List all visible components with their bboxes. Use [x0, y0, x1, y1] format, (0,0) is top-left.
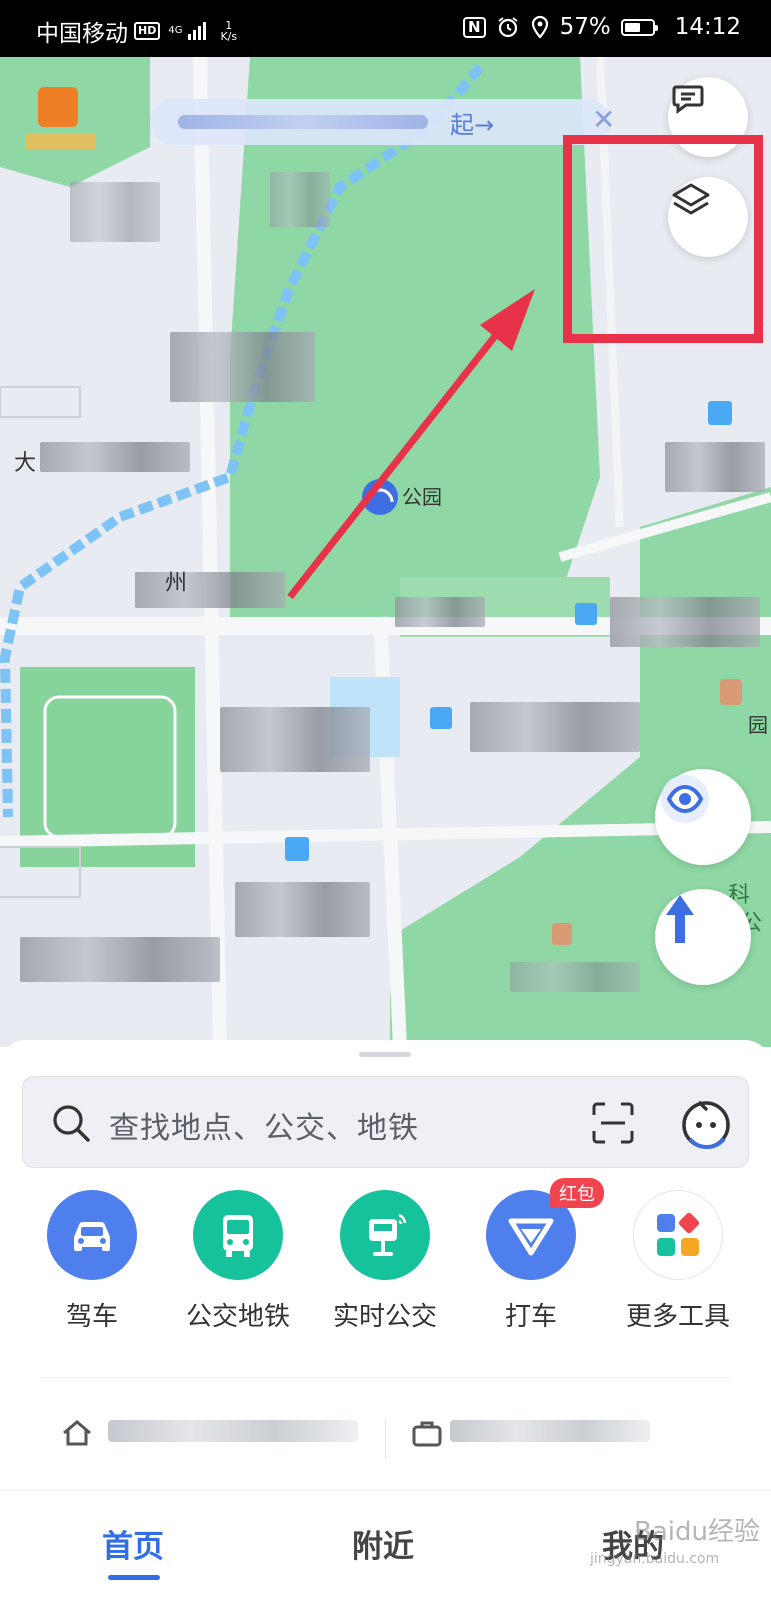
hd-badge: HD	[134, 22, 161, 40]
tool-label: 实时公交	[332, 1302, 437, 1332]
map-label	[510, 962, 640, 992]
scan-icon[interactable]	[591, 1101, 635, 1145]
watermark: Baidu经验 jingyan.baidu.com	[590, 1509, 765, 1579]
divider	[40, 1377, 730, 1378]
tool-label: 驾车	[65, 1302, 118, 1332]
map-label-text: 大	[14, 451, 37, 476]
tab-home[interactable]: 首页	[102, 1521, 164, 1566]
home-icon	[63, 1420, 91, 1446]
vertical-divider	[385, 1418, 386, 1458]
company-address	[450, 1420, 650, 1442]
notice-cta[interactable]: 起→	[450, 105, 494, 140]
map-label	[40, 442, 190, 472]
tab-bar: 首页 附近 我的 Baidu经验 jingyan.baidu.com	[0, 1490, 771, 1601]
status-left: 中国移动 HD 4G 1 K/s	[36, 14, 237, 48]
network-type: 4G	[168, 25, 183, 36]
locate-button[interactable]	[655, 769, 751, 865]
search-icon	[53, 1105, 90, 1142]
notice-close-icon[interactable]: ✕	[592, 103, 615, 136]
map-label	[170, 332, 315, 402]
map-label-text: 园	[748, 713, 768, 737]
signal-icon	[188, 22, 207, 40]
tool-drive[interactable]: 驾车	[17, 1190, 167, 1333]
red-packet-badge: 红包	[550, 1178, 604, 1208]
tool-label: 更多工具	[625, 1302, 730, 1332]
watermark-url: jingyan.baidu.com	[590, 1551, 720, 1567]
search-placeholder: 查找地点、公交、地铁	[109, 1111, 419, 1146]
bus-icon	[193, 1190, 283, 1280]
tool-label: 公交地铁	[185, 1302, 290, 1332]
tool-realtime-bus[interactable]: 实时公交	[310, 1190, 460, 1333]
battery-percent: 57%	[559, 14, 611, 40]
home-shortcut[interactable]	[60, 1408, 360, 1458]
tab-nearby[interactable]: 附近	[352, 1521, 414, 1566]
tab-active-indicator	[108, 1575, 160, 1580]
assistant-icon[interactable]	[678, 1095, 734, 1151]
nfc-icon: N	[463, 16, 486, 38]
map-label	[470, 702, 640, 752]
arrow-up-icon	[666, 895, 694, 943]
clock: 14:12	[674, 14, 741, 40]
map-view[interactable]: 大 州 公园 园 科学 公 起→ ✕	[0, 57, 771, 1047]
tool-transit[interactable]: 公交地铁	[163, 1190, 313, 1333]
status-bar: 中国移动 HD 4G 1 K/s N 57% 14:12	[0, 0, 771, 57]
sheet-handle[interactable]	[359, 1052, 411, 1057]
car-icon	[47, 1190, 137, 1280]
carrier-name: 中国移动	[36, 21, 128, 47]
status-right: N 57% 14:12	[463, 14, 741, 40]
highlight-box	[563, 135, 763, 343]
map-label	[395, 597, 485, 627]
notice-banner[interactable]: 起→	[150, 99, 610, 145]
search-bar[interactable]: 查找地点、公交、地铁	[22, 1076, 749, 1168]
alarm-icon	[497, 17, 518, 38]
network-speed: 1 K/s	[220, 19, 238, 43]
battery-icon	[620, 18, 658, 36]
message-icon	[672, 85, 704, 114]
home-address	[108, 1420, 358, 1442]
briefcase-icon	[412, 1421, 442, 1447]
tool-grid: 驾车 公交地铁 实时公交 打车 红包 更多工具	[0, 1178, 771, 1350]
navigate-button[interactable]	[655, 889, 751, 985]
map-label	[235, 882, 370, 937]
map-label	[270, 172, 330, 227]
map-label	[70, 182, 160, 242]
tool-label: 打车	[504, 1302, 557, 1332]
map-label	[665, 442, 765, 492]
watermark-text: Baidu经验	[634, 1517, 760, 1547]
bus-stop-icon	[340, 1190, 430, 1280]
map-label-text: 公园	[402, 485, 442, 509]
map-label	[220, 707, 370, 772]
map-label	[20, 937, 220, 982]
map-label-text: 州	[165, 571, 188, 596]
location-icon	[531, 15, 548, 39]
notice-text	[178, 115, 428, 129]
bottom-sheet: 查找地点、公交、地铁 驾车 公交地铁 实时公交 打车 红包 更多工具	[0, 1040, 771, 1490]
map-label	[135, 572, 285, 608]
tool-more[interactable]: 更多工具	[603, 1190, 753, 1333]
apps-icon	[633, 1190, 723, 1280]
map-label	[610, 597, 760, 647]
eye-locate-icon	[661, 775, 709, 823]
company-shortcut[interactable]	[410, 1408, 650, 1458]
tool-taxi[interactable]: 打车	[456, 1190, 606, 1333]
